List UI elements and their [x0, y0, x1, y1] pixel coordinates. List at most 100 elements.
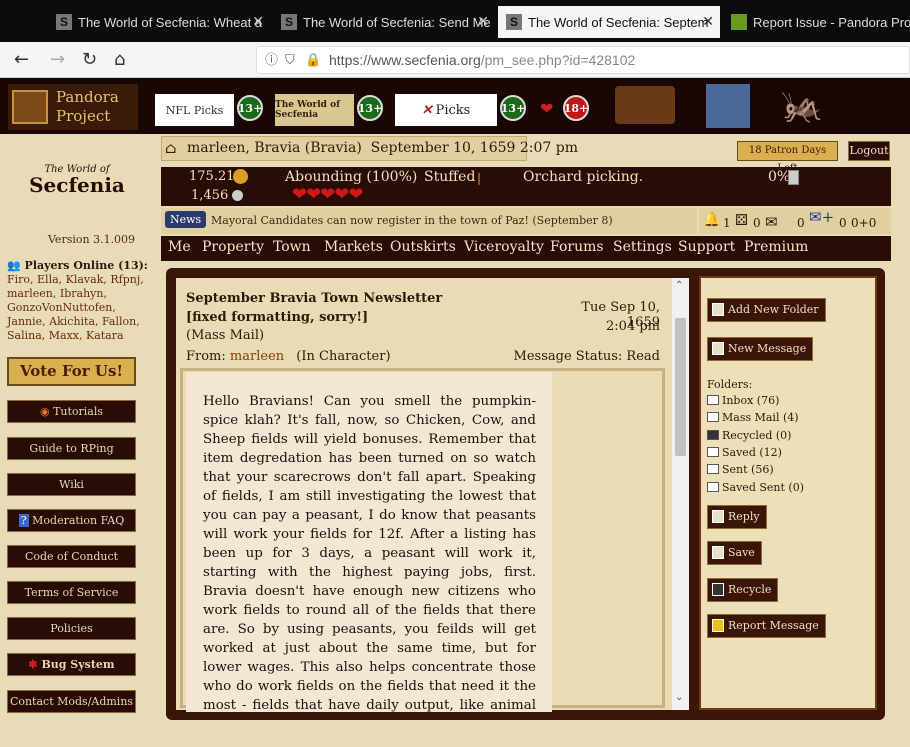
- scroll-up-icon[interactable]: ⌃: [675, 280, 683, 291]
- close-icon[interactable]: ✕: [477, 13, 489, 30]
- ad-label: The World of Secfenia: [275, 100, 340, 120]
- trash-icon: [707, 430, 719, 440]
- notification-counts: 🔔 1 ⚄ 0 ✉ 0 ✉+ 0 0+0: [699, 208, 891, 234]
- browser-tab[interactable]: S The World of Secfenia: Send Me ✕: [273, 6, 495, 38]
- logout-button[interactable]: Logout: [848, 141, 890, 161]
- menu-property[interactable]: Property: [202, 239, 264, 255]
- vote-button[interactable]: Vote For Us!: [7, 357, 136, 386]
- folder-add-icon: [712, 303, 724, 316]
- user-location-line: marleen, Bravia (Bravia) September 10, 1…: [187, 140, 579, 156]
- pencil-icon: [712, 342, 724, 355]
- players-online-list[interactable]: Firo, Ella, Klavak, Rfpnj, marleen, Ibra…: [7, 273, 157, 343]
- report-message-button[interactable]: Report Message: [707, 614, 826, 638]
- menu-markets[interactable]: Markets: [324, 239, 383, 255]
- menu-me[interactable]: Me: [168, 239, 191, 255]
- button-label: Bug System: [41, 658, 115, 671]
- new-mail-icon[interactable]: ✉+: [809, 208, 834, 226]
- disk-icon: [707, 447, 719, 457]
- mug-icon: [788, 170, 799, 185]
- heart-ad-icon[interactable]: ❤: [540, 99, 553, 118]
- secfenia-ad[interactable]: The World of Secfenia: [275, 94, 354, 126]
- folder-mass-mail[interactable]: Mass Mail (4): [707, 411, 799, 424]
- pandora-logo[interactable]: Pandora Project: [8, 84, 138, 130]
- browser-tab-active[interactable]: S The World of Secfenia: Septem ✕: [498, 6, 720, 38]
- health-status: Abounding (100%): [285, 169, 418, 185]
- code-of-conduct-button[interactable]: Code of Conduct: [7, 545, 136, 568]
- bug-icon: ✱: [28, 658, 38, 671]
- stats-bar: 175.21 1,456 Abounding (100%) ❤❤❤❤❤ Stuf…: [161, 167, 891, 206]
- menu-viceroyalty[interactable]: Viceroyalty: [464, 239, 544, 255]
- news-text[interactable]: Mayoral Candidates can now register in t…: [211, 214, 613, 227]
- folder-recycled[interactable]: Recycled (0): [707, 429, 791, 442]
- browser-tab-bar: S The World of Secfenia: Wheat a ✕ S The…: [0, 0, 910, 42]
- mantis-icon[interactable]: 🦗: [778, 84, 826, 128]
- tab-title: Report Issue - Pandora Project: [753, 14, 910, 30]
- contact-mods-button[interactable]: Contact Mods/Admins: [7, 690, 136, 713]
- new-message-button[interactable]: New Message: [707, 337, 814, 361]
- pandora-box-icon: [12, 90, 48, 124]
- menu-support[interactable]: Support: [678, 239, 735, 255]
- nfl-picks-ad[interactable]: NFL Picks: [155, 94, 234, 126]
- add-folder-button[interactable]: Add New Folder: [707, 298, 826, 322]
- info-icon[interactable]: ⓘ: [265, 47, 278, 73]
- browser-tab[interactable]: Report Issue - Pandora Project: [723, 6, 910, 38]
- secfenia-logo[interactable]: The World of Secfenia: [22, 164, 132, 195]
- sender-link[interactable]: marleen: [230, 349, 284, 364]
- recycle-button[interactable]: Recycle: [707, 578, 779, 602]
- sent-icon: [707, 464, 719, 474]
- folder-saved[interactable]: Saved (12): [707, 446, 782, 459]
- menu-forums[interactable]: Forums: [550, 239, 604, 255]
- news-bar: News Mayoral Candidates can now register…: [161, 208, 697, 234]
- news-label[interactable]: News: [165, 211, 207, 228]
- character-label: (In Character): [296, 349, 391, 364]
- age-badge: 13+: [500, 95, 526, 121]
- silver-amount: 1,456: [191, 188, 229, 203]
- mail-icon[interactable]: ✉: [765, 213, 778, 231]
- folder-inbox[interactable]: Inbox (76): [707, 394, 779, 407]
- button-label: Tutorials: [53, 405, 104, 418]
- wiki-button[interactable]: Wiki: [7, 473, 136, 496]
- tutorials-button[interactable]: ◉ Tutorials: [7, 400, 136, 423]
- url-bar[interactable]: ⓘ ⛉ 🔒 https://www.secfenia.org/pm_see.ph…: [256, 46, 910, 74]
- home-icon[interactable]: ⌂: [114, 49, 125, 70]
- scroll-down-icon[interactable]: ⌄: [675, 692, 683, 703]
- bug-system-button[interactable]: ✱ Bug System: [7, 653, 136, 676]
- menu-outskirts[interactable]: Outskirts: [390, 239, 456, 255]
- message-subject: September Bravia Town Newsletter [fixed …: [186, 291, 443, 325]
- shield-icon[interactable]: ⛉: [285, 47, 295, 73]
- folder-saved-sent[interactable]: Saved Sent (0): [707, 481, 804, 494]
- guide-rping-button[interactable]: Guide to RPing: [7, 437, 136, 460]
- policies-button[interactable]: Policies: [7, 617, 136, 640]
- folder-label: Saved (12): [722, 446, 782, 459]
- secfenia-favicon-icon: S: [56, 14, 72, 30]
- xfl-picks-ad[interactable]: ✕ Picks: [395, 94, 497, 126]
- menu-town[interactable]: Town: [273, 239, 311, 255]
- close-icon[interactable]: ✕: [702, 13, 714, 30]
- menu-settings[interactable]: Settings: [613, 239, 672, 255]
- scroll-thumb[interactable]: [675, 318, 686, 456]
- xfl-logo-icon: ✕: [421, 102, 433, 118]
- close-icon[interactable]: ✕: [252, 13, 264, 30]
- menu-premium[interactable]: Premium: [744, 239, 808, 255]
- folder-label: Sent (56): [722, 463, 774, 476]
- book-icon[interactable]: [615, 86, 675, 124]
- forward-icon[interactable]: →: [50, 49, 65, 70]
- server-icon[interactable]: [706, 84, 750, 128]
- moderation-faq-button[interactable]: ? Moderation FAQ: [7, 509, 136, 532]
- button-label: New Message: [728, 342, 807, 355]
- save-button[interactable]: Save: [707, 541, 762, 565]
- patron-days-button[interactable]: 18 Patron Days Left: [737, 141, 838, 174]
- folder-sent[interactable]: Sent (56): [707, 463, 774, 476]
- folder-label: Inbox (76): [722, 394, 780, 407]
- browser-tab[interactable]: S The World of Secfenia: Wheat a ✕: [48, 6, 270, 38]
- button-label: Recycle: [728, 583, 772, 596]
- reload-icon[interactable]: ↻: [82, 49, 97, 70]
- dice-icon[interactable]: ⚄: [735, 211, 748, 229]
- back-icon[interactable]: ←: [14, 49, 29, 70]
- message-time: 2:04 pm: [606, 319, 660, 334]
- message-scrollbar[interactable]: ⌃ ⌄: [672, 278, 689, 710]
- ad-label: NFL Picks: [165, 103, 224, 117]
- bell-icon[interactable]: 🔔: [703, 212, 720, 228]
- terms-of-service-button[interactable]: Terms of Service: [7, 581, 136, 604]
- reply-button[interactable]: Reply: [707, 505, 767, 529]
